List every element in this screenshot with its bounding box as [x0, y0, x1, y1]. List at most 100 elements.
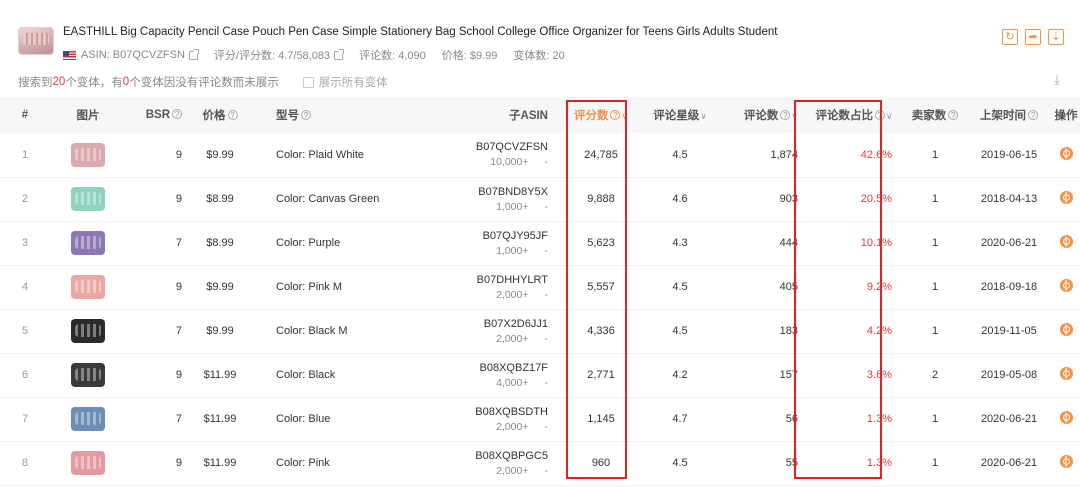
row-child-asin[interactable]: B08XQBZ17F	[480, 362, 548, 374]
operation-icon[interactable]	[1059, 411, 1073, 424]
product-image[interactable]	[71, 451, 105, 475]
product-thumbnail[interactable]	[18, 27, 54, 55]
row-image-cell	[50, 133, 126, 178]
table-row[interactable]: 6 9 $11.99 Color: Black B08XQBZ17F 4,000+ - 2,7…	[0, 353, 1080, 398]
row-child-asin[interactable]: B07QCVZFSN	[476, 141, 548, 153]
col-bsr-label: BSR	[145, 109, 170, 121]
row-model: Color: Purple	[258, 221, 458, 266]
row-sales-value: 1,000+	[496, 244, 529, 257]
external-link-icon[interactable]	[334, 48, 345, 60]
row-reviews: 183	[724, 309, 804, 354]
row-bsr: 7	[126, 309, 182, 354]
product-image[interactable]	[71, 275, 105, 299]
row-child-asin[interactable]: B07QJY95JF	[483, 230, 548, 242]
help-icon[interactable]: ?	[1028, 110, 1038, 120]
export-download-icon[interactable]: ⤓	[1050, 73, 1064, 87]
product-image[interactable]	[71, 319, 105, 343]
product-image[interactable]	[71, 407, 105, 431]
row-sales: 2,000+ -	[484, 333, 548, 345]
row-model: Color: Pink	[258, 441, 458, 486]
product-image[interactable]	[71, 231, 105, 255]
product-image[interactable]	[71, 142, 105, 167]
row-price: $11.99	[182, 397, 258, 442]
table-row[interactable]: 1 9 $9.99 Color: Plaid White B07QCVZFSN 10,00…	[0, 133, 1080, 178]
table-row[interactable]: 3 7 $8.99 Color: Purple B07QJY95JF 1,000+ - 5,6…	[0, 221, 1080, 266]
show-all-label[interactable]: 展示所有变体	[319, 74, 388, 90]
operation-icon[interactable]	[1059, 146, 1073, 160]
help-icon[interactable]: ?	[780, 110, 791, 120]
col-review-share[interactable]: 评论数占比? ∨	[804, 97, 904, 133]
row-review-share: 4.2%	[804, 309, 904, 354]
col-model[interactable]: 型号?	[258, 97, 458, 133]
row-index: 5	[0, 309, 50, 354]
row-asin-cell: B07BND8Y5X 1,000+ -	[458, 177, 566, 222]
row-sales: 2,000+ -	[475, 421, 548, 433]
chevron-down-icon[interactable]: ∨	[886, 111, 893, 122]
row-review-share: 3.6%	[804, 353, 904, 398]
table-row[interactable]: 7 7 $11.99 Color: Blue B08XQBSDTH 2,000+ -1,14…	[0, 397, 1080, 442]
col-star[interactable]: 评论星级∨	[636, 97, 724, 133]
col-price[interactable]: 价格?	[182, 97, 258, 133]
operation-icon[interactable]	[1059, 191, 1073, 204]
table-row[interactable]: 8 9 $11.99 Color: Pink B08XQBPGC5 2,000+ - 960 4…	[0, 441, 1080, 486]
row-sales-dash: -	[544, 156, 549, 169]
row-review-share: 1.3%	[804, 397, 904, 442]
product-image[interactable]	[71, 363, 105, 387]
help-icon[interactable]: ?	[948, 110, 959, 120]
row-price: $11.99	[182, 441, 258, 486]
summary-mid: 个变体，有	[65, 77, 123, 89]
row-star: 4.6	[636, 177, 724, 222]
share-icon[interactable]: ➦	[1025, 29, 1041, 45]
row-sales-value: 2,000+	[496, 288, 529, 301]
variants-table: # 图片 BSR? 价格? 型号? 子ASIN 评分数? ∨ 评论星级∨ 评论数?…	[0, 97, 1080, 486]
col-sellers[interactable]: 卖家数?	[904, 97, 966, 133]
row-child-asin[interactable]: B08XQBSDTH	[475, 406, 548, 418]
operation-icon[interactable]	[1059, 455, 1073, 468]
col-ratings[interactable]: 评分数? ∨	[566, 97, 636, 133]
col-listed[interactable]: 上架时间?	[966, 97, 1052, 133]
chevron-down-icon[interactable]: ∨	[791, 111, 798, 122]
download-icon[interactable]: ⇣	[1048, 29, 1064, 45]
row-child-asin[interactable]: B08XQBPGC5	[475, 450, 548, 462]
external-link-icon[interactable]	[188, 48, 199, 60]
table-row[interactable]: 2 9 $8.99 Color: Canvas Green B07BND8Y5X 1,00…	[0, 177, 1080, 222]
help-icon[interactable]: ?	[172, 109, 182, 119]
help-icon[interactable]: ?	[610, 110, 621, 120]
row-child-asin[interactable]: B07X2D6JJ1	[484, 318, 548, 330]
row-child-asin[interactable]: B07DHHYLRT	[477, 274, 548, 286]
row-child-asin[interactable]: B07BND8Y5X	[478, 186, 548, 198]
refresh-icon[interactable]: ↻	[1002, 29, 1018, 45]
row-sellers: 1	[904, 265, 966, 310]
help-icon[interactable]: ?	[227, 110, 238, 120]
operation-icon[interactable]	[1059, 235, 1073, 248]
row-action-cell	[1052, 133, 1080, 178]
operation-icon[interactable]	[1059, 367, 1073, 380]
col-bsr[interactable]: BSR?	[126, 97, 182, 133]
table-row[interactable]: 5 7 $9.99 Color: Black M B07X2D6JJ1 2,000+ - 4,…	[0, 309, 1080, 354]
row-asin-cell: B08XQBSDTH 2,000+ -	[458, 397, 566, 442]
row-reviews: 1,874	[724, 133, 804, 178]
operation-icon[interactable]	[1059, 279, 1073, 292]
row-action-cell	[1052, 221, 1080, 266]
row-listed-date: 2019-06-15	[966, 133, 1052, 178]
show-all-checkbox[interactable]	[302, 76, 314, 88]
row-price: $9.99	[182, 265, 258, 310]
us-flag-icon	[63, 50, 76, 60]
col-reviews[interactable]: 评论数? ∨	[724, 97, 804, 133]
table-row[interactable]: 4 9 $9.99 Color: Pink M B07DHHYLRT 2,000+ - 5,5…	[0, 265, 1080, 310]
row-sales-value: 2,000+	[496, 464, 529, 477]
operation-icon[interactable]	[1059, 323, 1073, 336]
row-model: Color: Black	[258, 353, 458, 398]
product-image[interactable]	[71, 187, 105, 211]
product-meta: ASIN: B07QCVZFSN 评分/评分数: 4.7/58,083 评论数:…	[63, 47, 581, 63]
sort-desc-icon[interactable]: ∨	[621, 111, 628, 122]
row-sales-dash: -	[544, 332, 549, 345]
help-icon[interactable]: ?	[874, 110, 885, 120]
product-title[interactable]: EASTHILL Big Capacity Pencil Case Pouch …	[63, 26, 777, 38]
col-listed-label: 上架时间	[980, 110, 1026, 122]
col-sellers-label: 卖家数	[911, 110, 947, 122]
row-index: 4	[0, 265, 50, 310]
chevron-down-icon[interactable]: ∨	[700, 111, 707, 122]
help-icon[interactable]: ?	[301, 110, 311, 120]
row-model: Color: Black M	[258, 309, 458, 354]
